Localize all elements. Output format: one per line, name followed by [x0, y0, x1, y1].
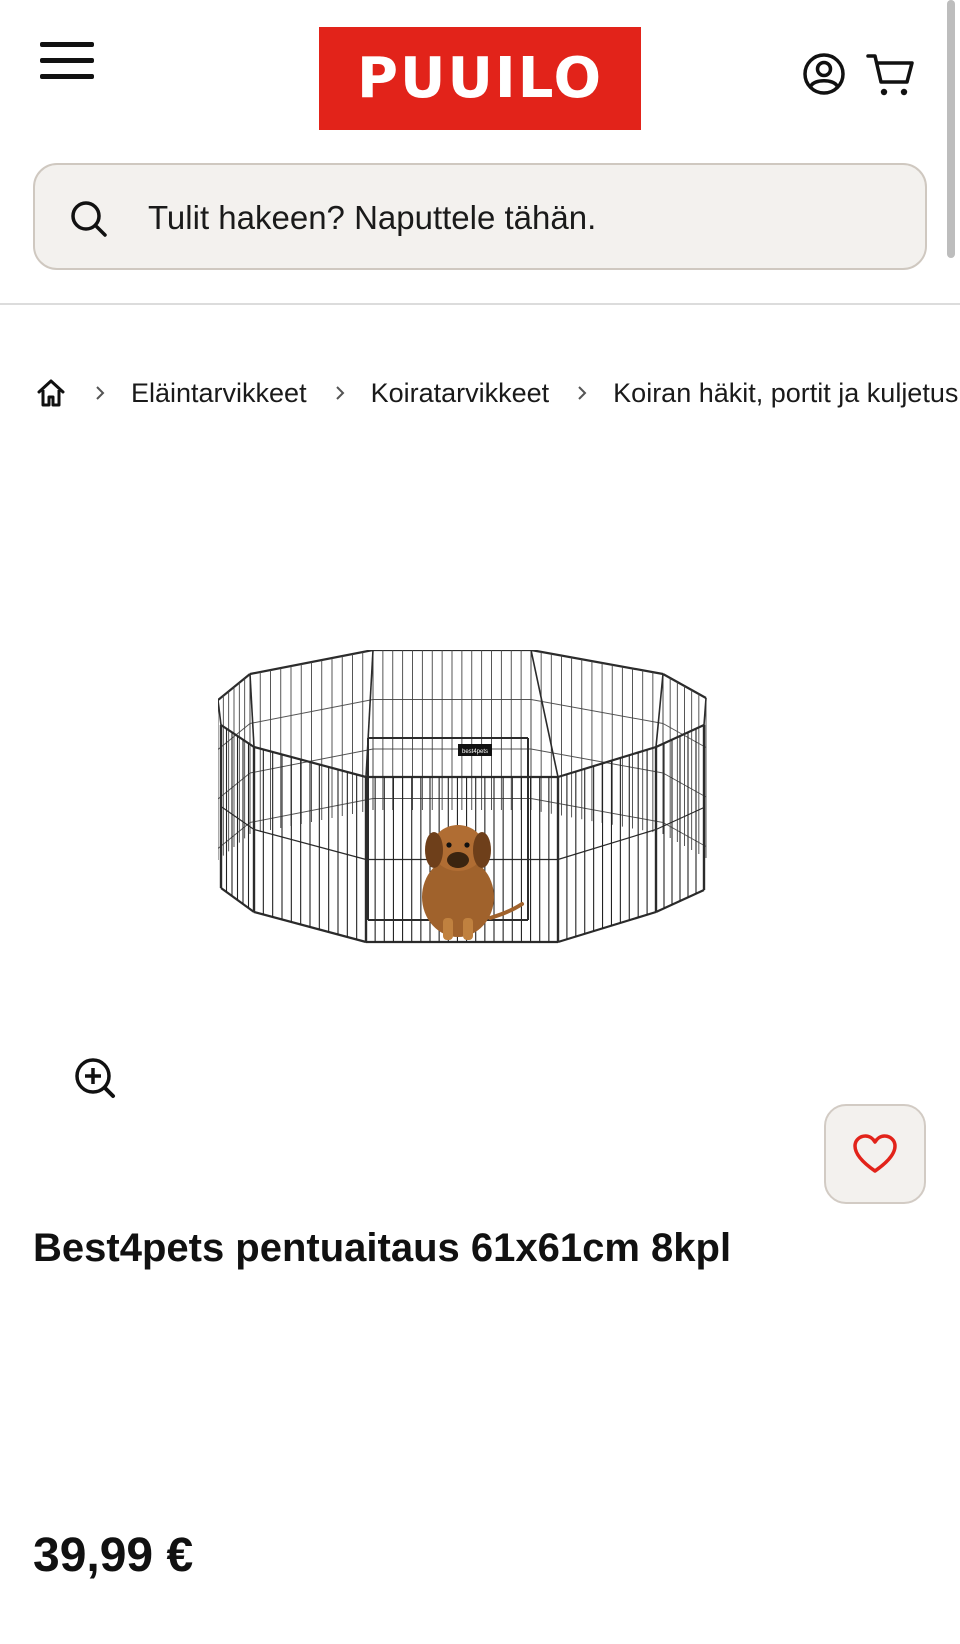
breadcrumb-item-koiran-hakit[interactable]: Koiran häkit, portit ja kuljetus — [613, 378, 958, 409]
search-icon — [71, 201, 107, 237]
scrollbar[interactable] — [947, 0, 955, 258]
hamburger-icon-bar — [40, 42, 94, 47]
breadcrumb-item-koiratarvikkeet[interactable]: Koiratarvikkeet — [371, 378, 550, 409]
product-price: 39,99 € — [33, 1529, 194, 1582]
chevron-right-icon — [578, 386, 587, 400]
favorite-button[interactable] — [824, 1104, 926, 1204]
cart-icon — [866, 54, 914, 96]
puuilo-logo[interactable]: PUUILO — [319, 27, 641, 130]
brand-tag: best4pets — [458, 744, 492, 756]
home-icon[interactable] — [35, 377, 67, 409]
site-header: PUUILO Tulit hakeen? Naputtele tähän. — [0, 0, 960, 305]
chevron-right-icon — [96, 386, 105, 400]
search-bar[interactable]: Tulit hakeen? Naputtele tähän. — [33, 163, 927, 270]
heart-icon — [853, 1134, 897, 1173]
hamburger-icon-bar — [40, 74, 94, 79]
search-placeholder: Tulit hakeen? Naputtele tähän. — [148, 199, 597, 236]
logo-text: PUUILO — [356, 46, 604, 111]
cart-button[interactable] — [866, 50, 916, 100]
product-image[interactable]: best4pets — [218, 650, 738, 980]
account-button[interactable] — [802, 52, 846, 96]
zoom-button[interactable] — [73, 1056, 117, 1100]
brand-tag-label: best4pets — [462, 749, 488, 755]
chevron-right-icon — [335, 386, 345, 400]
menu-button[interactable] — [40, 42, 96, 82]
user-icon — [803, 53, 845, 95]
hamburger-icon-bar — [40, 58, 94, 63]
puppy-illustration — [422, 825, 524, 940]
zoom-in-icon — [75, 1058, 115, 1098]
breadcrumb-item-elaintarvikkeet[interactable]: Eläintarvikkeet — [131, 378, 307, 409]
breadcrumb: Eläintarvikkeet Koiratarvikkeet Koiran h… — [35, 373, 958, 413]
product-title: Best4pets pentuaitaus 61x61cm 8kpl — [33, 1226, 732, 1270]
